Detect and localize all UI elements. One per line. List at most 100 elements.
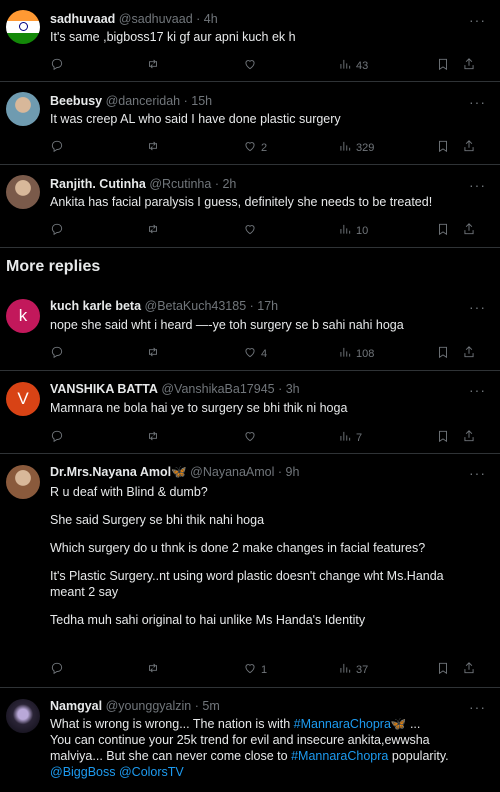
display-name[interactable]: kuch karle beta: [50, 299, 141, 313]
reply-tweet[interactable]: Beebusy @danceridah · 15h ··· It was creep…: [0, 83, 500, 165]
reply-icon: [50, 661, 64, 678]
retweet-button[interactable]: [146, 222, 164, 239]
display-name[interactable]: Namgyal: [50, 699, 102, 713]
avatar[interactable]: [6, 92, 40, 126]
avatar[interactable]: V: [6, 382, 40, 416]
handle[interactable]: @danceridah: [106, 94, 181, 108]
share-icon: [462, 345, 476, 362]
tweet-text-line: R u deaf with Blind & dumb?: [50, 485, 208, 499]
retweet-button[interactable]: [146, 661, 164, 678]
handle[interactable]: @sadhuvaad: [119, 12, 193, 26]
avatar[interactable]: k: [6, 299, 40, 333]
tweet-text-line: Ankita has facial paralysis I guess, def…: [50, 195, 433, 209]
handle[interactable]: @BetaKuch43185: [145, 299, 247, 313]
like-button[interactable]: 4: [243, 345, 267, 362]
bookmark-button[interactable]: [436, 345, 450, 362]
share-button[interactable]: [462, 345, 476, 362]
bookmark-button[interactable]: [436, 429, 450, 446]
views-button[interactable]: 108: [338, 345, 374, 362]
avatar[interactable]: [6, 175, 40, 209]
avatar[interactable]: [6, 699, 40, 733]
handle[interactable]: @VanshikaBa17945: [161, 382, 274, 396]
reply-button[interactable]: [50, 57, 68, 74]
reply-tweet[interactable]: Dr.Mrs.Nayana Amol🦋 @NayanaAmol · 9h ··· R…: [0, 455, 500, 688]
reply-tweet[interactable]: k kuch karle beta @BetaKuch43185 · 17h ···…: [0, 289, 500, 371]
mention-link[interactable]: @BiggBoss: [50, 765, 116, 779]
tweet-text-line: It's Plastic Surgery..nt using word plas…: [50, 569, 444, 583]
more-options-icon[interactable]: ···: [469, 177, 486, 193]
heart-icon: [243, 661, 257, 678]
retweet-button[interactable]: [146, 429, 164, 446]
tweet-text-segment: popularity.: [388, 749, 449, 763]
retweet-button[interactable]: [146, 345, 164, 362]
tweet-text-segment: malviya... But she can never come close …: [50, 749, 292, 763]
share-button[interactable]: [462, 139, 476, 156]
like-button[interactable]: [243, 57, 261, 74]
timestamp[interactable]: 3h: [286, 382, 300, 396]
timestamp[interactable]: 9h: [286, 465, 300, 479]
retweet-button[interactable]: [146, 57, 164, 74]
timestamp[interactable]: 17h: [257, 299, 278, 313]
reply-button[interactable]: [50, 139, 68, 156]
mention-link[interactable]: @ColorsTV: [119, 765, 184, 779]
handle[interactable]: @NayanaAmol: [190, 465, 274, 479]
timestamp[interactable]: 5m: [202, 699, 219, 713]
like-button[interactable]: 2: [243, 139, 267, 156]
reply-tweet[interactable]: Namgyal @younggyalzin · 5m ··· What is wro…: [0, 689, 500, 792]
share-button[interactable]: [462, 661, 476, 678]
views-button[interactable]: 10: [338, 222, 368, 239]
bookmark-button[interactable]: [436, 222, 450, 239]
views-button[interactable]: 43: [338, 57, 368, 74]
like-button[interactable]: 1: [243, 661, 267, 678]
retweet-icon: [146, 429, 160, 446]
retweet-icon: [146, 222, 160, 239]
more-options-icon[interactable]: ···: [469, 382, 486, 398]
handle[interactable]: @Rcutinha: [149, 177, 211, 191]
like-button[interactable]: [243, 429, 261, 446]
reply-tweet[interactable]: sadhuvaad @sadhuvaad · 4h ··· It's same ,b…: [0, 0, 500, 82]
avatar[interactable]: [6, 465, 40, 499]
timestamp[interactable]: 4h: [204, 12, 218, 26]
reply-tweet[interactable]: V VANSHIKA BATTA @VanshikaBa17945 · 3h ···…: [0, 372, 500, 454]
tweet-text-segment: What is wrong is wrong... The nation is …: [50, 717, 294, 731]
more-options-icon[interactable]: ···: [469, 299, 486, 315]
views-button[interactable]: 329: [338, 139, 374, 156]
retweet-button[interactable]: [146, 139, 164, 156]
bookmark-button[interactable]: [436, 57, 450, 74]
heart-icon: [243, 57, 257, 74]
more-options-icon[interactable]: ···: [469, 12, 486, 28]
retweet-icon: [146, 345, 160, 362]
timestamp[interactable]: 2h: [222, 177, 236, 191]
views-icon: [338, 222, 352, 239]
share-icon: [462, 139, 476, 156]
views-button[interactable]: 7: [338, 429, 362, 446]
display-name[interactable]: VANSHIKA BATTA: [50, 382, 158, 396]
bookmark-button[interactable]: [436, 139, 450, 156]
handle[interactable]: @younggyalzin: [106, 699, 192, 713]
reply-tweet[interactable]: Ranjith. Cutinha @Rcutinha · 2h ··· Ankita…: [0, 166, 500, 248]
hashtag-link[interactable]: #MannaraChopra: [291, 749, 388, 763]
timestamp[interactable]: 15h: [191, 94, 212, 108]
share-button[interactable]: [462, 429, 476, 446]
reply-button[interactable]: [50, 429, 68, 446]
display-name[interactable]: Dr.Mrs.Nayana Amol🦋: [50, 465, 187, 479]
like-button[interactable]: [243, 222, 261, 239]
tweet-text-line: You can continue your 25k trend for evil…: [50, 733, 430, 747]
heart-icon: [243, 139, 257, 156]
more-options-icon[interactable]: ···: [469, 94, 486, 110]
bookmark-button[interactable]: [436, 661, 450, 678]
more-options-icon[interactable]: ···: [469, 465, 486, 481]
reply-button[interactable]: [50, 661, 68, 678]
display-name[interactable]: Beebusy: [50, 94, 102, 108]
more-options-icon[interactable]: ···: [469, 699, 486, 715]
tweet-actions: 43: [50, 57, 480, 73]
share-button[interactable]: [462, 222, 476, 239]
views-button[interactable]: 37: [338, 661, 368, 678]
hashtag-link[interactable]: #MannaraChopra: [294, 717, 391, 731]
reply-button[interactable]: [50, 222, 68, 239]
reply-button[interactable]: [50, 345, 68, 362]
display-name[interactable]: Ranjith. Cutinha: [50, 177, 146, 191]
share-button[interactable]: [462, 57, 476, 74]
avatar[interactable]: [6, 10, 40, 44]
display-name[interactable]: sadhuvaad: [50, 12, 115, 26]
